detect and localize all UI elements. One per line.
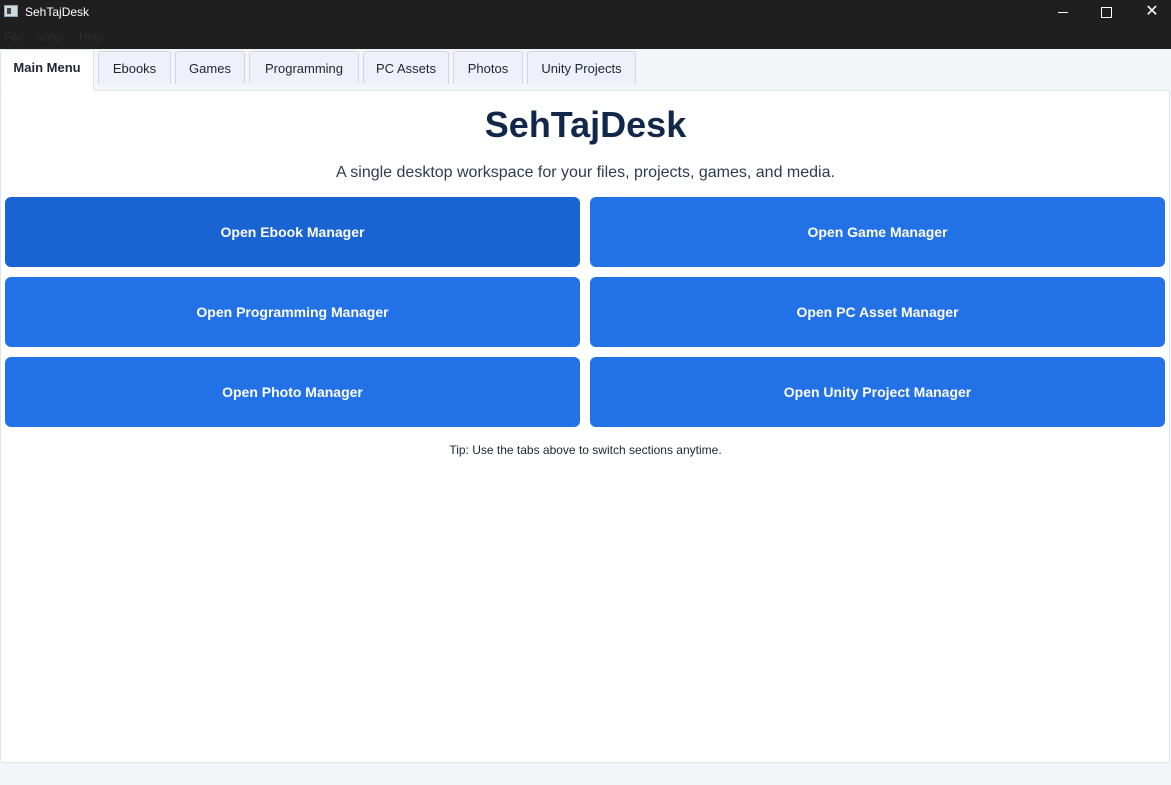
tab-pc-assets[interactable]: PC Assets: [363, 51, 449, 84]
open-ebook-manager-button[interactable]: Open Ebook Manager: [5, 197, 580, 267]
title-bar: SehTajDesk ✕: [0, 0, 1171, 24]
tab-programming[interactable]: Programming: [249, 51, 359, 84]
menu-view[interactable]: View: [37, 30, 63, 44]
tab-main-menu[interactable]: Main Menu: [0, 49, 94, 91]
minimize-button[interactable]: [1040, 0, 1086, 24]
close-icon: ✕: [1145, 3, 1159, 20]
menu-file[interactable]: File: [4, 30, 23, 44]
close-button[interactable]: ✕: [1129, 0, 1171, 24]
status-bar: [0, 764, 1171, 785]
tab-games[interactable]: Games: [175, 51, 245, 84]
menu-help[interactable]: Help: [79, 30, 104, 44]
open-programming-manager-button[interactable]: Open Programming Manager: [5, 277, 580, 347]
page-title: SehTajDesk: [484, 104, 687, 145]
open-game-manager-button[interactable]: Open Game Manager: [590, 197, 1165, 267]
open-photo-manager-button[interactable]: Open Photo Manager: [5, 357, 580, 427]
page-subtitle: A single desktop workspace for your file…: [336, 164, 835, 181]
tip-text: Tip: Use the tabs above to switch sectio…: [449, 443, 722, 457]
maximize-icon: [1100, 6, 1112, 18]
app-icon: [4, 5, 18, 17]
tab-ebooks[interactable]: Ebooks: [98, 51, 171, 84]
manager-button-grid: Open Ebook Manager Open Game Manager Ope…: [5, 197, 1165, 427]
tab-unity-projects[interactable]: Unity Projects: [527, 51, 636, 84]
tab-bar: Main Menu Ebooks Games Programming PC As…: [0, 49, 1171, 91]
tab-photos[interactable]: Photos: [453, 51, 523, 84]
window-title: SehTajDesk: [25, 5, 90, 19]
open-unity-project-manager-button[interactable]: Open Unity Project Manager: [590, 357, 1165, 427]
menu-bar: File View Help: [0, 24, 1171, 49]
open-pc-asset-manager-button[interactable]: Open PC Asset Manager: [590, 277, 1165, 347]
minimize-icon: [1058, 11, 1068, 13]
maximize-button[interactable]: [1083, 0, 1129, 24]
